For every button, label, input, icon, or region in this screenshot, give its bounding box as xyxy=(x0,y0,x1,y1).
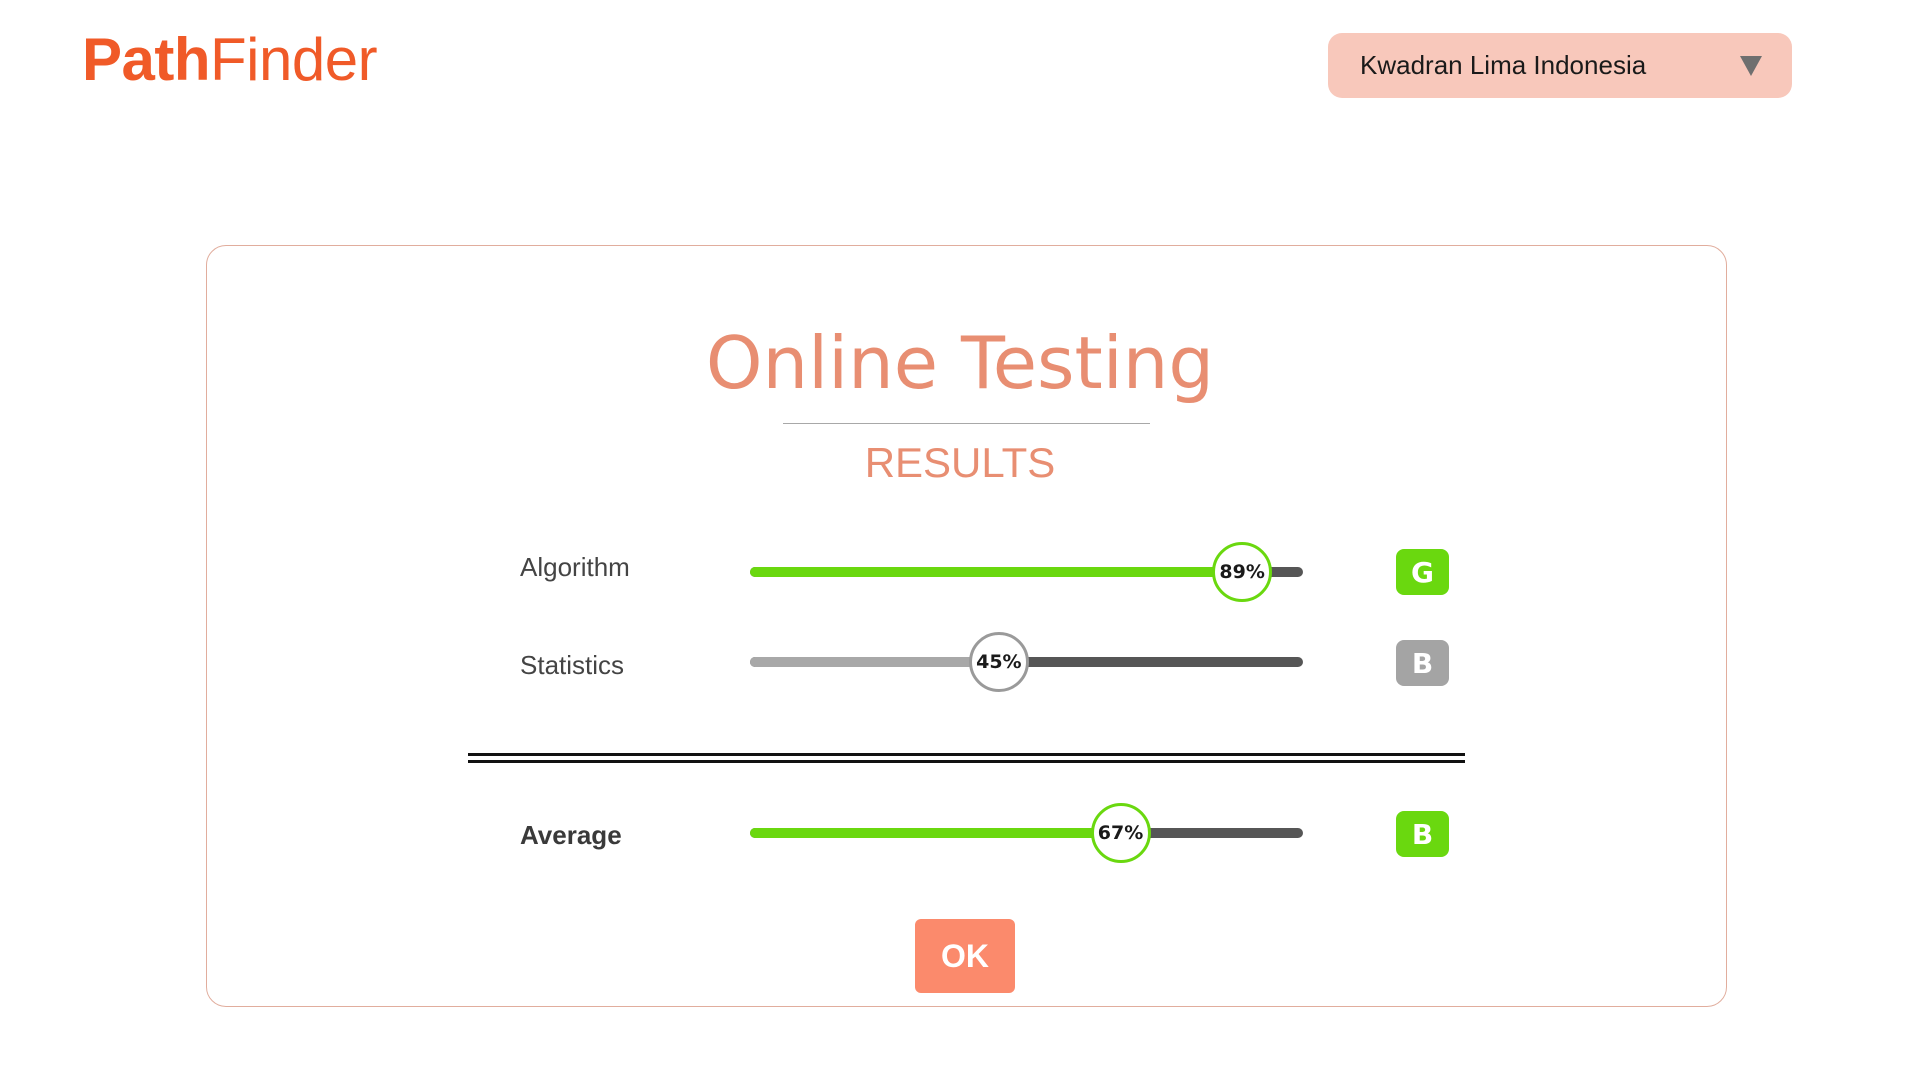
pathfinder-logo[interactable]: PathFinder xyxy=(82,24,378,96)
score-slider-fill xyxy=(750,657,999,667)
title-divider xyxy=(783,423,1150,424)
score-slider-knob[interactable]: 45% xyxy=(968,632,1029,692)
row-label-average: Average xyxy=(520,820,622,850)
grade-badge-average: B xyxy=(1396,811,1449,857)
score-slider-fill xyxy=(750,567,1243,577)
grade-badge-algorithm: G xyxy=(1396,549,1449,595)
row-label-statistics: Statistics xyxy=(520,650,625,680)
page: PathFinder Kwadran Lima Indonesia Online… xyxy=(0,0,1920,1074)
organization-dropdown-value: Kwadran Lima Indonesia xyxy=(1360,50,1647,80)
organization-dropdown[interactable]: Kwadran Lima Indonesia xyxy=(1328,33,1792,98)
ok-button[interactable]: OK xyxy=(915,919,1015,993)
logo-text-path: Path xyxy=(82,26,211,93)
score-slider-knob[interactable]: 89% xyxy=(1212,542,1273,602)
score-slider-average[interactable]: 67% xyxy=(750,803,1303,863)
results-subtitle: RESULTS xyxy=(864,439,1056,486)
page-title: Online Testing xyxy=(705,321,1215,405)
row-label-algorithm: Algorithm xyxy=(520,552,630,582)
score-slider-knob[interactable]: 67% xyxy=(1090,803,1151,863)
logo-text-finder: Finder xyxy=(210,26,378,93)
score-slider-statistics[interactable]: 45% xyxy=(750,632,1303,692)
score-slider-algorithm[interactable]: 89% xyxy=(750,542,1303,602)
grade-badge-statistics: B xyxy=(1396,640,1449,686)
caret-down-icon xyxy=(1740,55,1762,76)
score-slider-fill xyxy=(750,828,1121,838)
average-divider xyxy=(468,753,1465,763)
